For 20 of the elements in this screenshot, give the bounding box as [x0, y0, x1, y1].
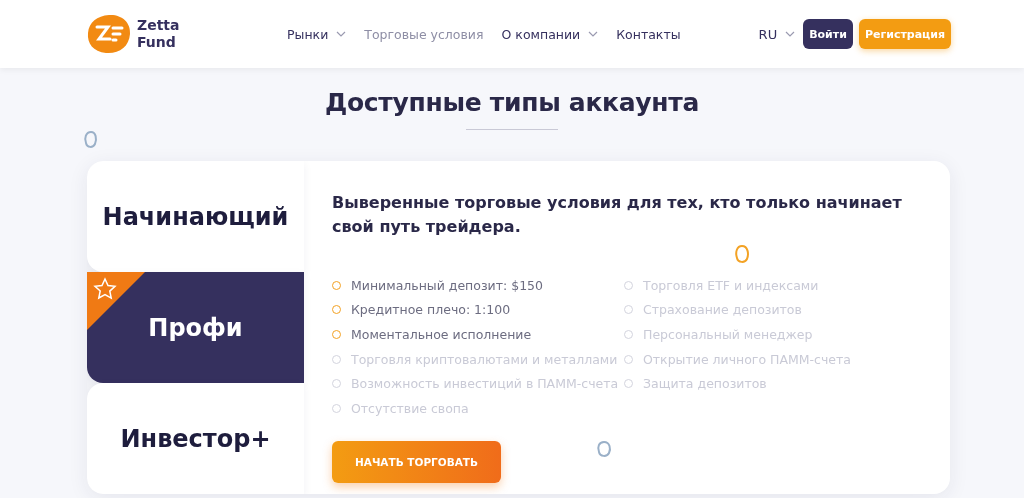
- feature-item: Кредитное плечо: 1:100: [332, 297, 624, 323]
- logo-text: Fund: [137, 34, 177, 51]
- logo-text: Zetta: [137, 17, 180, 34]
- nav-link[interactable]: Рынки: [287, 26, 347, 42]
- ring-decoration: [596, 440, 613, 458]
- account-type-tab[interactable]: Начинающий: [87, 161, 304, 272]
- logo-icon[interactable]: [87, 14, 131, 54]
- nav-link[interactable]: О компании: [501, 26, 599, 42]
- ring-decoration: [83, 130, 99, 149]
- feature-item: Моментальное исполнение: [332, 322, 624, 347]
- login-button[interactable]: Войти: [803, 19, 853, 49]
- section-title: Доступные типы аккаунта: [323, 87, 701, 117]
- account-type-tab[interactable]: Профи: [87, 272, 304, 383]
- feature-item: Минимальный депозит: $150: [332, 273, 624, 298]
- account-type-tab[interactable]: Инвестор+: [87, 383, 304, 494]
- chevron-down-icon: [785, 31, 796, 37]
- panel-heading: Выверенные торговые условия для тех, кто только начинает свой путь трейдера.: [332, 192, 903, 238]
- language-selector[interactable]: RU: [758, 26, 796, 42]
- ring-decoration: [734, 244, 751, 264]
- nav-link[interactable]: Контакты: [616, 26, 681, 42]
